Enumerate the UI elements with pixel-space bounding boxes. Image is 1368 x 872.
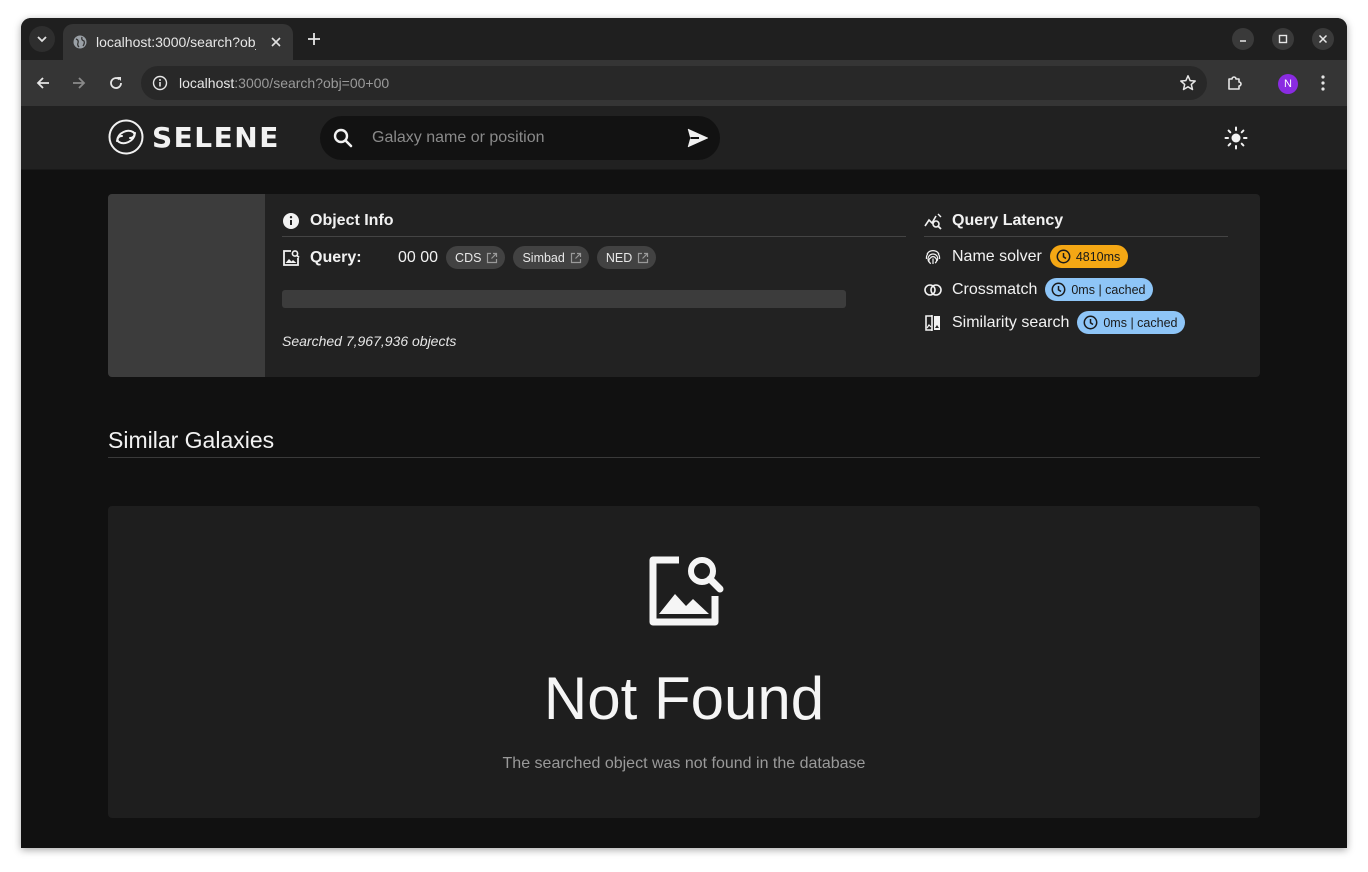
browser-tab[interactable]: localhost:3000/search?obj=00+00 [63,24,293,60]
arrow-right-icon [73,77,86,89]
brand-name: SELENE [152,120,280,154]
latency-label: Crossmatch [952,280,1038,298]
searched-count: Searched 7,967,936 objects [282,333,457,349]
latency-badge-text: 4810ms [1075,249,1121,264]
tab-strip: localhost:3000/search?obj=00+00 [21,18,1347,60]
object-thumbnail-placeholder [108,194,265,377]
object-info-heading: Object Info [282,212,394,230]
profile-avatar[interactable]: N [1278,74,1298,94]
close-icon [1318,34,1328,44]
latency-row-similarity-search: Similarity search 0ms | cached [924,311,1186,334]
latency-badge: 0ms | cached [1077,311,1186,334]
object-info-card: Object Info Query: 00 00 CDS Simbad NED … [108,194,1260,377]
image-search-icon [649,556,724,626]
galaxy-logo-icon [108,119,144,155]
external-link-icon [486,252,498,264]
address-bar[interactable]: localhost:3000/search?obj=00+00 [141,66,1207,100]
new-tab-button[interactable] [303,28,325,50]
puzzle-icon [1228,76,1242,90]
search-input[interactable] [372,129,672,147]
extensions-button[interactable] [1223,71,1247,95]
url-path: :3000/search?obj=00+00 [234,75,390,91]
tab-title: localhost:3000/search?obj=00+00 [96,34,256,50]
clock-icon [1083,315,1098,330]
send-icon[interactable] [686,126,710,150]
query-row: Query: 00 00 CDS Simbad NED [282,246,664,269]
search-icon [332,127,354,149]
arrow-left-icon [36,77,49,89]
latency-badge-text: 0ms | cached [1103,315,1178,330]
globe-icon [73,35,87,49]
image-search-icon [282,249,300,267]
search-bar [320,116,720,160]
plus-icon [308,33,320,45]
clock-icon [1056,249,1071,264]
search-progress-bar [282,290,846,308]
cds-link-label: CDS [455,250,482,265]
query-latency-divider [924,236,1228,237]
ned-link-label: NED [605,250,633,265]
external-link-icon [637,252,649,264]
crossmatch-icon [924,281,942,299]
bookmark-star-icon[interactable] [1179,74,1197,92]
url-host: localhost [179,75,235,91]
cds-link[interactable]: CDS [446,246,506,269]
latency-label: Name solver [952,247,1042,265]
url-text: localhost:3000/search?obj=00+00 [179,75,389,91]
tab-search-button[interactable] [29,26,55,52]
browser-toolbar: localhost:3000/search?obj=00+00 N [21,60,1347,106]
theme-toggle-button[interactable] [1224,126,1248,150]
similar-galaxies-heading: Similar Galaxies [108,427,275,453]
logo[interactable]: SELENE [108,119,280,155]
maximize-icon [1278,34,1288,44]
query-label: Query: [310,248,362,266]
query-latency-title: Query Latency [952,212,1064,229]
latency-label: Similarity search [952,313,1070,331]
sun-icon [1224,126,1248,150]
latency-badge: 0ms | cached [1045,278,1154,301]
latency-badge: 4810ms [1049,245,1129,268]
ned-link[interactable]: NED [596,246,657,269]
query-value: 00 00 [398,248,439,266]
minimize-icon [1240,40,1246,42]
not-found-title: Not Found [543,665,825,732]
object-info-title: Object Info [310,212,394,229]
fingerprint-icon [924,248,942,266]
latency-row-name-solver: Name solver 4810ms [924,245,1129,268]
not-found-subtitle: The searched object was not found in the… [502,755,866,772]
forward-button[interactable] [67,71,91,95]
query-latency-heading: Query Latency [924,212,1063,230]
simbad-link[interactable]: Simbad [513,246,589,269]
external-link-icon [570,252,582,264]
object-info-divider [282,236,906,237]
reload-button[interactable] [104,71,128,95]
app-header: SELENE [21,106,1347,170]
site-info-icon[interactable] [151,74,169,92]
latency-row-crossmatch: Crossmatch 0ms | cached [924,278,1154,301]
browser-menu-button[interactable] [1313,71,1333,95]
clock-icon [1051,282,1066,297]
similar-galaxies-divider [108,457,1260,458]
query-stats-icon [924,212,942,230]
not-found-panel: Not Found The searched object was not fo… [108,506,1260,818]
reload-icon [110,77,122,89]
simbad-link-label: Simbad [522,250,565,265]
browser-window: localhost:3000/search?obj=00+00 [21,18,1347,848]
minimize-button[interactable] [1232,28,1254,50]
latency-badge-text: 0ms | cached [1071,282,1146,297]
info-icon [282,212,300,230]
compare-icon [924,314,942,332]
more-vert-icon [1321,75,1325,91]
tab-close-icon[interactable] [267,33,285,51]
close-window-button[interactable] [1312,28,1334,50]
back-button[interactable] [31,71,55,95]
maximize-button[interactable] [1272,28,1294,50]
chevron-down-icon [37,36,47,43]
